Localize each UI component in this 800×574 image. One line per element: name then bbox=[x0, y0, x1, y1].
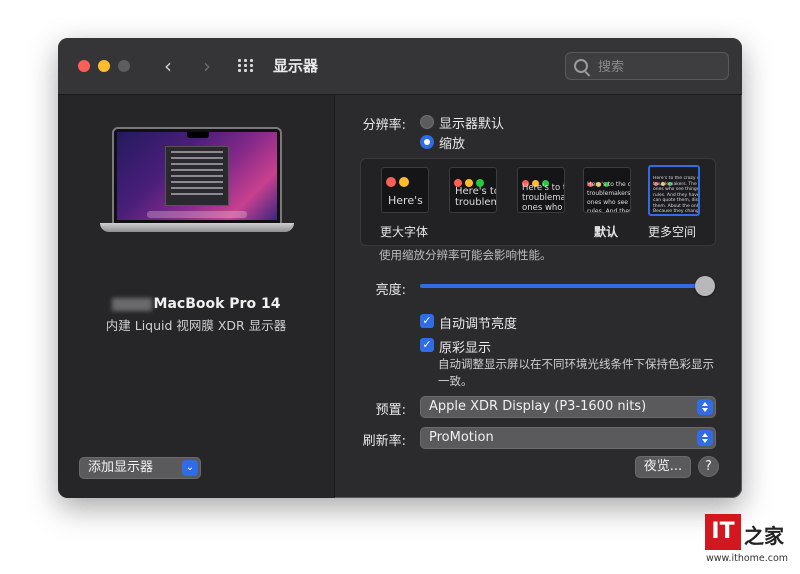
device-name: MacBook Pro 14 bbox=[58, 296, 334, 312]
scale-option-default[interactable]: Here's to the cr troublemakers. ones who… bbox=[583, 167, 631, 213]
scale-label-more-space: 更多空间 bbox=[647, 225, 696, 239]
auto-brightness-label: 自动调节亮度 bbox=[439, 317, 518, 332]
radio-default-label: 显示器默认 bbox=[439, 117, 505, 132]
chevron-down-icon: ⌄ bbox=[182, 460, 198, 476]
auto-brightness-checkbox[interactable]: ✓ bbox=[420, 314, 434, 328]
radio-scaled[interactable] bbox=[420, 135, 434, 149]
brightness-label: 亮度: bbox=[375, 283, 406, 298]
forward-button[interactable]: › bbox=[196, 54, 218, 78]
brightness-slider-knob[interactable] bbox=[695, 276, 715, 296]
watermark-brand: IT bbox=[705, 514, 741, 550]
search-field[interactable] bbox=[565, 52, 729, 80]
refresh-rate-label: 刷新率: bbox=[362, 434, 406, 449]
titlebar: ‹ › 显示器 bbox=[58, 38, 742, 95]
help-button[interactable]: ? bbox=[698, 456, 719, 477]
back-button[interactable]: ‹ bbox=[157, 54, 179, 78]
resolution-label: 分辨率: bbox=[362, 118, 406, 133]
preset-popup[interactable]: Apple XDR Display (P3-1600 nits) bbox=[420, 396, 716, 418]
performance-note: 使用缩放分辨率可能会影响性能。 bbox=[379, 248, 552, 262]
watermark-char: 之家 bbox=[744, 524, 784, 548]
true-tone-label: 原彩显示 bbox=[439, 341, 492, 356]
up-down-chevron-icon bbox=[697, 399, 713, 415]
scale-option-2[interactable]: Here's to troublem bbox=[449, 167, 497, 213]
watermark-url: www.ithome.com bbox=[706, 553, 789, 564]
night-shift-button[interactable]: 夜览... bbox=[635, 456, 691, 478]
search-icon bbox=[574, 59, 588, 73]
maximize-button[interactable] bbox=[118, 60, 130, 72]
show-all-grid-icon[interactable] bbox=[238, 59, 256, 73]
radio-scaled-label: 缩放 bbox=[439, 137, 466, 152]
minimize-button[interactable] bbox=[98, 60, 110, 72]
scale-option-more-space[interactable]: Here's to the crazy one troublemakers. T… bbox=[648, 165, 700, 216]
true-tone-checkbox[interactable]: ✓ bbox=[420, 338, 434, 352]
preset-label: 预置: bbox=[375, 403, 406, 418]
scale-label-larger-text: 更大字体 bbox=[379, 225, 428, 239]
brightness-slider-track[interactable] bbox=[420, 284, 710, 288]
ithome-watermark-logo: IT 之家 www.ithome.com bbox=[702, 514, 792, 566]
up-down-chevron-icon bbox=[697, 430, 713, 446]
scale-option-3[interactable]: Here's to t troublema ones who bbox=[517, 167, 565, 213]
close-button[interactable] bbox=[78, 60, 90, 72]
device-subtitle: 内建 Liquid 视网膜 XDR 显示器 bbox=[105, 318, 287, 333]
true-tone-description: 自动调整显示屏以在不同环境光线条件下保持色彩显示一致。 bbox=[438, 357, 714, 388]
search-input[interactable] bbox=[596, 57, 725, 77]
add-display-button[interactable]: 添加显示器 ⌄ bbox=[79, 457, 201, 479]
sidebar: MacBook Pro 14 内建 Liquid 视网膜 XDR 显示器 添加显… bbox=[58, 95, 335, 498]
macbook-image bbox=[100, 127, 294, 239]
scaled-resolution-panel: Here's Here's to troublem Here's to t tr… bbox=[360, 158, 716, 246]
scale-option-larger-text[interactable]: Here's bbox=[381, 167, 429, 213]
scale-label-default: 默认 bbox=[593, 225, 618, 239]
radio-default[interactable] bbox=[420, 115, 434, 129]
refresh-rate-popup[interactable]: ProMotion bbox=[420, 427, 716, 449]
display-settings-window: ‹ › 显示器 MacBook Pro 14 内建 Liquid 视网膜 XDR bbox=[58, 38, 742, 498]
window-title: 显示器 bbox=[273, 57, 319, 75]
